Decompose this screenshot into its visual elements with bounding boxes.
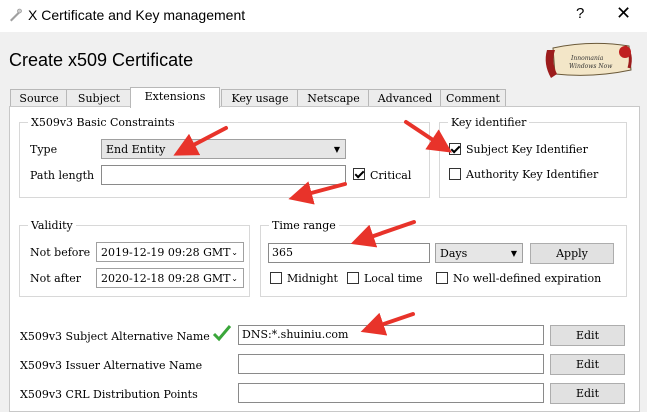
- annotation-arrow-subject-key: [404, 120, 452, 153]
- annotation-arrow-critical: [288, 181, 347, 205]
- annotation-arrows: [173, 120, 452, 336]
- annotation-arrow-type: [173, 126, 228, 156]
- annotation-arrow-san: [360, 312, 415, 336]
- annotation-arrow-time-range: [350, 220, 416, 248]
- tab-extensions[interactable]: Extensions: [130, 87, 220, 108]
